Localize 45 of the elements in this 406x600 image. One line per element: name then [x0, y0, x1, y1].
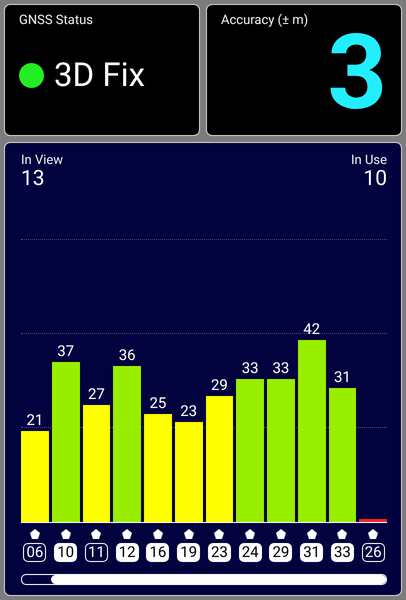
satellite-id: 23: [208, 543, 231, 562]
satellite-id: 29: [269, 543, 292, 562]
satellite-id: 06: [23, 543, 46, 562]
satellite-id: 31: [300, 543, 324, 562]
fix-status: 3D Fix: [54, 56, 146, 95]
satellite-id: 10: [54, 543, 78, 562]
signal-value: 42: [302, 320, 322, 338]
in-view-count: 13: [21, 168, 45, 192]
satellite-id: 19: [177, 543, 200, 562]
card-title: GNSS Status: [19, 13, 94, 28]
signal-value: 25: [148, 394, 168, 412]
signal-value: 33: [240, 359, 260, 378]
scrollbar[interactable]: [21, 574, 387, 585]
pentagon-icon: [184, 529, 194, 539]
in-use-label: In Use: [351, 153, 387, 168]
signal-value: 37: [56, 342, 76, 360]
pentagon-icon: [214, 529, 224, 539]
pentagon-icon: [368, 529, 378, 539]
pentagon-icon: [337, 529, 348, 539]
card-title: Accuracy (± m): [221, 13, 310, 28]
pentagon-icon: [122, 529, 132, 539]
satellite-id: 26: [362, 543, 385, 562]
satellite-id: 33: [330, 543, 354, 562]
status-dot: [19, 63, 44, 88]
pentagon-icon: [245, 529, 256, 539]
signal-value: 33: [271, 359, 290, 378]
signal-value: 27: [86, 385, 106, 404]
pentagon-icon: [276, 529, 286, 539]
pentagon-icon: [306, 529, 317, 539]
in-use-count: 10: [363, 168, 387, 192]
satellite-id: 24: [238, 543, 262, 562]
satellite-id: 12: [116, 543, 139, 562]
accuracy-value: 3: [327, 22, 387, 126]
signal-value: 31: [332, 368, 352, 386]
pentagon-icon: [30, 529, 40, 539]
pentagon-icon: [91, 529, 102, 539]
signal-value: 23: [179, 402, 198, 420]
pentagon-icon: [60, 529, 71, 539]
signal-value: 21: [25, 411, 44, 430]
in-view-label: In View: [21, 153, 64, 168]
signal-value: 29: [210, 376, 229, 394]
pentagon-icon: [152, 529, 163, 539]
signal-value: 36: [118, 346, 137, 364]
satellite-id: 16: [146, 543, 170, 562]
satellite-id: 11: [84, 543, 108, 562]
